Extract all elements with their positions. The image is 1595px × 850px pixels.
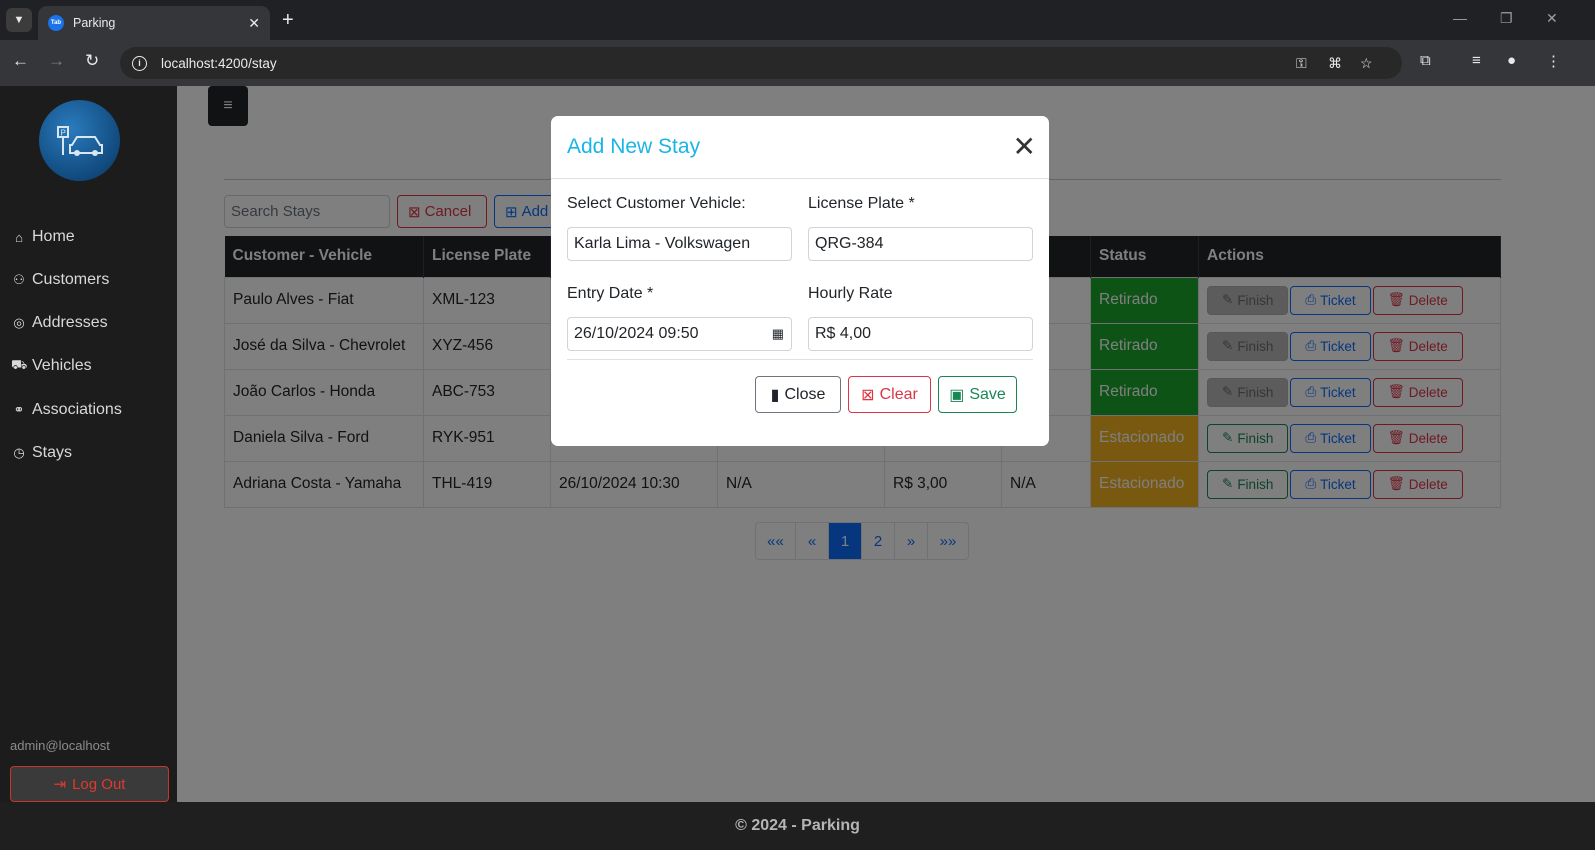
- hourly-rate-label: Hourly Rate: [808, 285, 893, 302]
- customer-vehicle-select[interactable]: Karla Lima - Volkswagen: [567, 227, 792, 261]
- door-icon: ▮: [770, 386, 780, 404]
- sidebar-item-vehicles[interactable]: ⛟ Vehicles: [11, 357, 92, 375]
- sidebar-item-associations[interactable]: ⚭ Associations: [11, 401, 122, 419]
- tab-title: Parking: [73, 16, 116, 30]
- modal-save-button[interactable]: ▣ Save: [938, 376, 1017, 413]
- logout-icon: ⇥: [53, 776, 67, 793]
- restore-icon[interactable]: ❐: [1500, 10, 1513, 27]
- browser-tab-bar: ▼ Tab Parking ✕ + — ❐ ✕: [0, 0, 1595, 40]
- sidebar-item-home[interactable]: ⌂ Home: [11, 228, 75, 246]
- forward-icon[interactable]: →: [48, 51, 65, 71]
- save-label: Save: [969, 385, 1006, 403]
- license-plate-input[interactable]: QRG-384: [808, 227, 1033, 261]
- tab-favicon-icon: Tab: [48, 15, 64, 31]
- sidebar-item-label: Addresses: [32, 314, 108, 331]
- car-icon: ⛟: [11, 357, 28, 372]
- address-bar[interactable]: i localhost:4200/stay ⚿ ⌘ ☆: [120, 47, 1402, 79]
- browser-toolbar: ← → ↻ i localhost:4200/stay ⚿ ⌘ ☆ ⧉ ≡ ● …: [0, 40, 1595, 86]
- entry-date-value: 26/10/2024 09:50: [574, 325, 699, 342]
- floppy-save-icon: ▣: [949, 386, 965, 404]
- media-icon[interactable]: ≡: [1472, 52, 1481, 69]
- site-info-icon[interactable]: i: [132, 55, 147, 71]
- user-email: admin@localhost: [10, 738, 110, 753]
- url-text[interactable]: localhost:4200/stay: [161, 56, 277, 71]
- profile-icon[interactable]: ●: [1507, 52, 1516, 69]
- modal-divider: [567, 359, 1033, 360]
- tab-close-icon[interactable]: ✕: [248, 15, 260, 32]
- new-tab-icon[interactable]: +: [282, 9, 294, 32]
- sidebar-item-label: Stays: [32, 444, 73, 461]
- hourly-rate-input[interactable]: R$ 4,00: [808, 317, 1033, 351]
- browser-tab[interactable]: Tab Parking ✕: [38, 6, 270, 40]
- minimize-icon[interactable]: —: [1453, 10, 1467, 26]
- extensions-icon[interactable]: ⧉: [1420, 52, 1431, 69]
- sidebar-item-stays[interactable]: ◷ Stays: [11, 444, 72, 462]
- logout-label: Log Out: [72, 775, 126, 793]
- tab-list-chevron-icon[interactable]: ▼: [6, 8, 32, 32]
- parking-logo-icon: P: [39, 100, 120, 181]
- entry-date-label: Entry Date *: [567, 285, 654, 302]
- license-plate-label: License Plate *: [808, 195, 915, 212]
- sidebar-item-label: Associations: [32, 401, 122, 418]
- translate-icon[interactable]: ⌘: [1328, 55, 1342, 72]
- sidebar: P ⌂ Home ⚇ Customers ◎ Addresses ⛟ Vehic…: [0, 86, 177, 802]
- close-label: Close: [784, 385, 826, 403]
- modal-close-icon[interactable]: ✕: [1013, 133, 1036, 161]
- link-icon: ⚭: [13, 402, 25, 417]
- footer: © 2024 - Parking: [0, 802, 1595, 850]
- sidebar-item-addresses[interactable]: ◎ Addresses: [11, 314, 108, 332]
- bookmark-star-icon[interactable]: ☆: [1360, 55, 1373, 72]
- calendar-icon[interactable]: ▦: [772, 326, 784, 342]
- logout-button[interactable]: ⇥ Log Out: [10, 766, 169, 802]
- modal-header: Add New Stay ✕: [551, 116, 1049, 179]
- home-icon: ⌂: [15, 229, 23, 245]
- window-close-icon[interactable]: ✕: [1546, 10, 1558, 27]
- map-pin-icon: ◎: [13, 315, 25, 330]
- customer-vehicle-label: Select Customer Vehicle:: [567, 195, 746, 212]
- sidebar-item-label: Customers: [32, 271, 110, 288]
- modal-title: Add New Stay: [567, 135, 701, 158]
- modal-close-button[interactable]: ▮ Close: [755, 376, 841, 413]
- clock-icon: ◷: [13, 445, 25, 460]
- reload-icon[interactable]: ↻: [85, 51, 99, 71]
- sidebar-item-customers[interactable]: ⚇ Customers: [11, 271, 109, 289]
- entry-date-input[interactable]: 26/10/2024 09:50 ▦: [567, 317, 792, 351]
- svg-text:P: P: [60, 128, 65, 137]
- sidebar-item-label: Home: [32, 228, 75, 245]
- modal-clear-button[interactable]: ⊠ Clear: [848, 376, 931, 413]
- password-key-icon[interactable]: ⚿: [1296, 55, 1307, 72]
- sidebar-item-label: Vehicles: [32, 357, 92, 374]
- clear-label: Clear: [879, 385, 918, 403]
- menu-kebab-icon[interactable]: ⋮: [1546, 52, 1561, 70]
- close-square-icon: ⊠: [861, 386, 875, 404]
- users-icon: ⚇: [13, 272, 25, 287]
- add-stay-modal: Add New Stay ✕ Select Customer Vehicle: …: [551, 116, 1049, 446]
- back-icon[interactable]: ←: [12, 51, 29, 71]
